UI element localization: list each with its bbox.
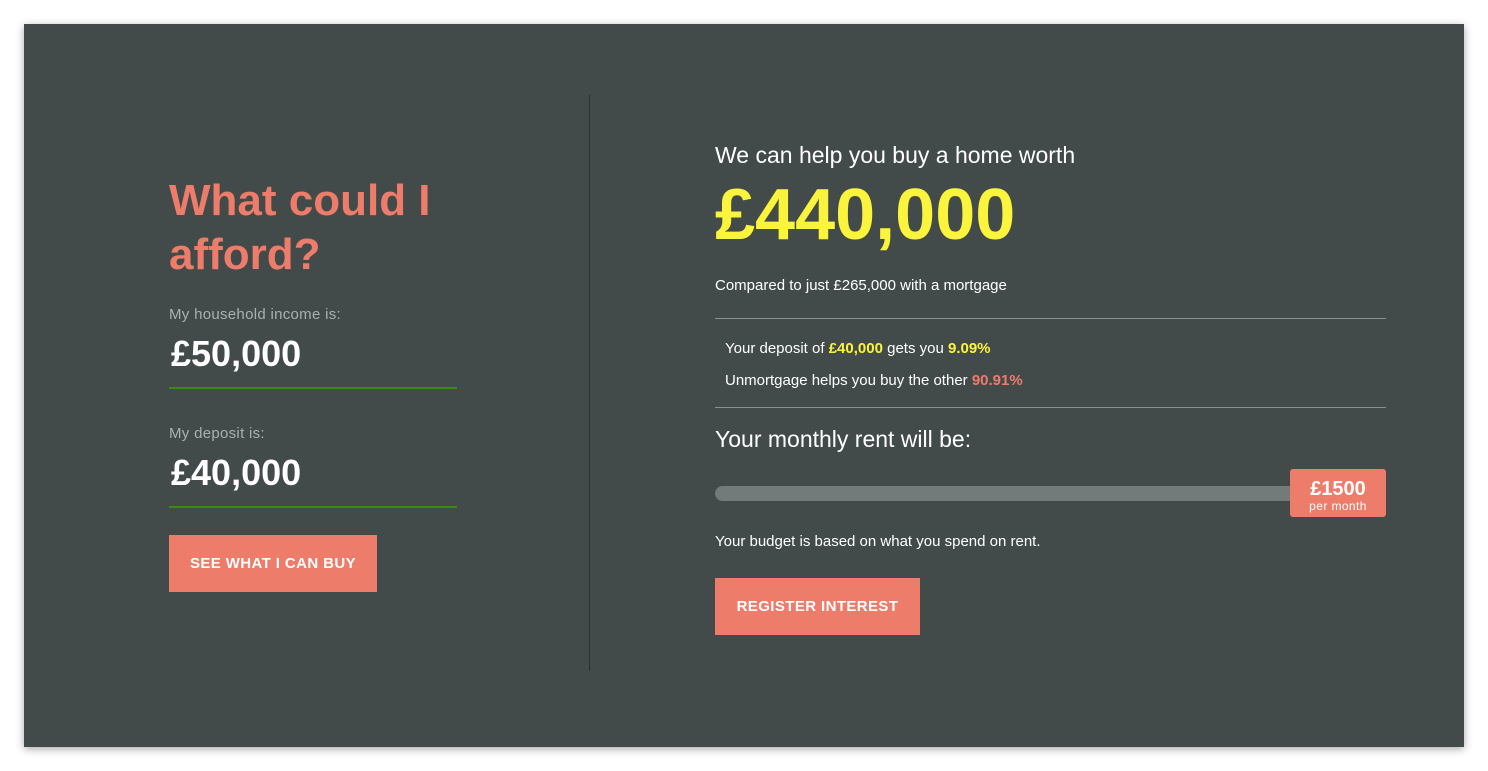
- budget-note: Your budget is based on what you spend o…: [715, 533, 1041, 550]
- rent-value: £1500: [1310, 478, 1366, 500]
- deposit-field-group: My deposit is: £40,000: [169, 425, 469, 508]
- deposit-input[interactable]: £40,000: [169, 442, 457, 508]
- slider-thumb[interactable]: £1500 per month: [1290, 469, 1386, 517]
- rent-heading: Your monthly rent will be:: [715, 426, 972, 452]
- deposit-percent: 9.09%: [947, 340, 991, 357]
- mortgage-comparison: Compared to just £265,000 with a mortgag…: [715, 277, 1007, 294]
- home-value: £440,000: [715, 175, 1016, 255]
- register-interest-button[interactable]: REGISTER INTEREST: [715, 578, 920, 635]
- slider-track[interactable]: [715, 486, 1300, 501]
- affordability-form: What could I afford? My household income…: [169, 174, 469, 508]
- affordability-panel: What could I afford? My household income…: [24, 24, 1464, 747]
- deposit-amount: £40,000: [828, 340, 883, 357]
- income-field-group: My household income is: £50,000: [169, 306, 469, 389]
- divider: [715, 407, 1386, 408]
- breakdown: Your deposit of £40,000 gets you 9.09% U…: [715, 319, 1386, 407]
- result-subhead: We can help you buy a home worth: [715, 142, 1076, 168]
- unmortgage-share-line: Unmortgage helps you buy the other 90.91…: [725, 365, 1376, 397]
- see-what-i-can-buy-button[interactable]: SEE WHAT I CAN BUY: [169, 535, 377, 592]
- income-label: My household income is:: [169, 306, 341, 323]
- rent-slider[interactable]: £1500 per month: [715, 469, 1386, 517]
- page-title: What could I afford?: [169, 176, 431, 279]
- rent-unit: per month: [1309, 499, 1367, 513]
- income-input[interactable]: £50,000: [169, 323, 457, 389]
- deposit-share-middle: gets you: [882, 340, 948, 357]
- deposit-label: My deposit is:: [169, 425, 265, 442]
- deposit-share-line: Your deposit of £40,000 gets you 9.09%: [725, 333, 1376, 365]
- deposit-share-prefix: Your deposit of: [725, 340, 829, 357]
- result-section: We can help you buy a home worth £440,00…: [715, 142, 1386, 550]
- unmortgage-percent: 90.91%: [971, 372, 1023, 389]
- column-divider: [589, 95, 590, 671]
- unmortgage-share-prefix: Unmortgage helps you buy the other: [725, 372, 972, 389]
